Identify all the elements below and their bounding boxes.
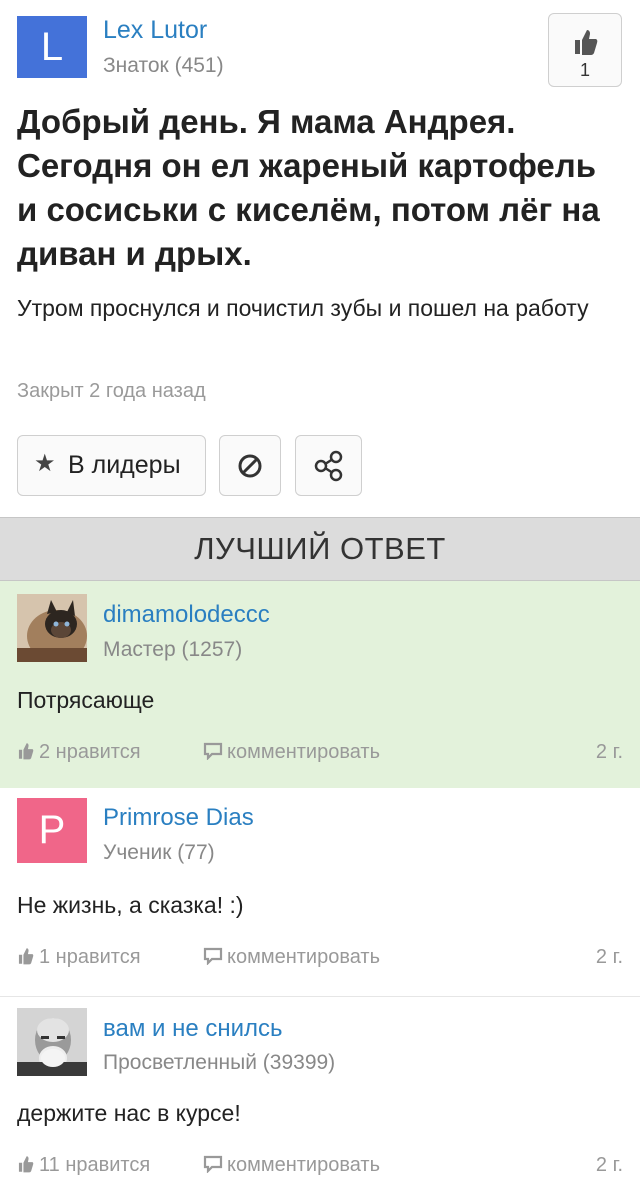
avatar[interactable] xyxy=(17,594,87,662)
like-link[interactable]: 1 нравится xyxy=(17,946,141,969)
question-status: Закрыт 2 года назад xyxy=(17,380,206,402)
like-link[interactable]: 2 нравится xyxy=(17,741,141,764)
answer-text: Не жизнь, а сказка! :) xyxy=(17,892,244,918)
comment-icon xyxy=(203,742,223,760)
author-name[interactable]: Lex Lutor xyxy=(103,16,207,45)
answer-author-name[interactable]: dimamolodeccc xyxy=(103,601,270,629)
share-icon xyxy=(314,450,343,482)
thumbs-up-icon xyxy=(18,948,34,965)
divider xyxy=(0,996,640,997)
like-link[interactable]: 11 нравится xyxy=(17,1154,150,1177)
answer-time: 2 г. xyxy=(595,946,623,968)
block-button[interactable] xyxy=(219,435,281,496)
like-button[interactable]: 1 xyxy=(548,13,622,87)
share-button[interactable] xyxy=(295,435,362,496)
answer-author-name[interactable]: вам и не снилсь xyxy=(103,1015,283,1043)
question-title: Добрый день. Я мама Андрея. Сегодня он е… xyxy=(17,103,600,272)
avatar[interactable]: L xyxy=(17,16,87,78)
question-body: Утром проснулся и почистил зубы и пошел … xyxy=(17,295,589,321)
answer-item: вам и не снилсь Просветленный (39399) де… xyxy=(0,996,640,1203)
answer-time: 2 г. xyxy=(595,1154,623,1176)
answer-meta: 1 нравится комментировать 2 г. xyxy=(17,946,623,974)
best-answer-header: ЛУЧШИЙ ОТВЕТ xyxy=(0,517,640,581)
like-count: 1 xyxy=(579,60,590,80)
like-count: 2 нравится xyxy=(39,741,141,763)
answer-time: 2 г. xyxy=(595,741,623,763)
comment-label: комментировать xyxy=(227,1154,381,1176)
answer-author-rank: Просветленный (39399) xyxy=(103,1051,336,1074)
thumbs-up-icon xyxy=(18,1156,34,1173)
comment-icon xyxy=(203,1155,223,1173)
answer-meta: 2 нравится комментировать 2 г. xyxy=(17,741,623,769)
avatar[interactable]: P xyxy=(17,798,87,863)
add-to-leaders-label: В лидеры xyxy=(68,451,181,479)
answer-item: dimamolodeccc Мастер (1257) Потрясающе 2… xyxy=(0,581,640,788)
like-count: 11 нравится xyxy=(39,1154,151,1176)
answer-item: P Primrose Dias Ученик (77) Не жизнь, а … xyxy=(0,788,640,996)
star-icon: ★ xyxy=(34,450,56,477)
comment-link[interactable]: комментировать xyxy=(203,946,380,969)
question-page: L Lex Lutor Знаток (451) 1 Добрый день. … xyxy=(0,0,640,1203)
avatar[interactable] xyxy=(17,1008,87,1076)
answer-text: Потрясающе xyxy=(17,687,155,713)
answer-author-rank: Ученик (77) xyxy=(103,841,215,864)
block-icon xyxy=(238,454,262,478)
answer-author-name[interactable]: Primrose Dias xyxy=(103,804,254,832)
answer-text: держите нас в курсе! xyxy=(17,1100,241,1126)
add-to-leaders-button[interactable]: ★ В лидеры xyxy=(17,435,206,496)
answer-meta: 11 нравится комментировать 2 г. xyxy=(17,1154,623,1182)
question-header: L Lex Lutor Знаток (451) 1 xyxy=(0,0,640,90)
comment-link[interactable]: комментировать xyxy=(203,741,380,764)
cat-photo-avatar xyxy=(17,594,87,662)
comment-label: комментировать xyxy=(227,946,381,968)
comment-label: комментировать xyxy=(227,741,381,763)
author-rank: Знаток (451) xyxy=(103,54,224,77)
thumbs-up-icon xyxy=(575,30,598,55)
comment-icon xyxy=(203,947,223,965)
like-count: 1 нравится xyxy=(39,946,141,968)
thumbs-up-icon xyxy=(18,743,34,760)
comment-link[interactable]: комментировать xyxy=(203,1154,380,1177)
bearded-man-photo-avatar xyxy=(17,1008,87,1076)
answer-author-rank: Мастер (1257) xyxy=(103,638,243,661)
